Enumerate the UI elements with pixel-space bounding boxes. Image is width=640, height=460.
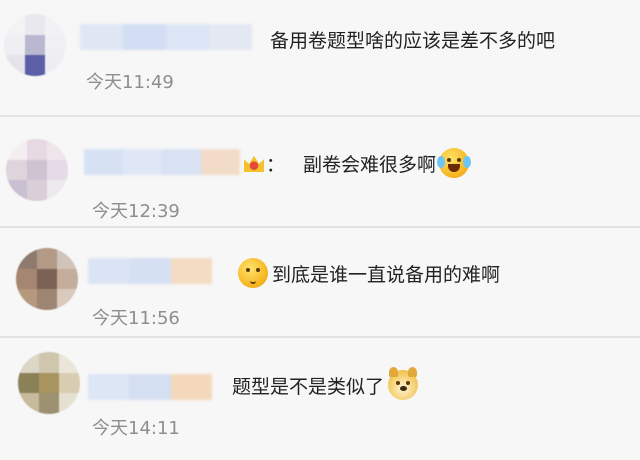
crown-icon bbox=[244, 155, 264, 172]
pondering-face-icon bbox=[238, 258, 268, 288]
comment-time: 今天11:56 bbox=[92, 308, 180, 329]
comment-time: 今天12:39 bbox=[92, 201, 180, 222]
comment-text: 题型是不是类似了 bbox=[232, 367, 420, 400]
comment-time: 今天11:49 bbox=[86, 72, 174, 93]
comment-item: ： 副卷会难很多啊 今天12:39 bbox=[0, 117, 640, 226]
comment-time: 今天14:11 bbox=[92, 418, 180, 439]
comment-item: 题型是不是类似了 今天14:11 bbox=[0, 338, 640, 460]
comment-text: ： 副卷会难很多啊 bbox=[244, 148, 472, 178]
comment-text: 到底是谁一直说备用的难啊 bbox=[236, 258, 500, 288]
doge-icon bbox=[388, 367, 419, 400]
username-blurred[interactable] bbox=[88, 258, 212, 284]
username-blurred[interactable] bbox=[80, 24, 252, 50]
comment-item: 到底是谁一直说备用的难啊 今天11:56 bbox=[0, 228, 640, 336]
comment-item: 备用卷题型啥的应该是差不多的吧 今天11:49 bbox=[0, 0, 640, 115]
comment-text: 备用卷题型啥的应该是差不多的吧 bbox=[270, 30, 556, 52]
username-blurred[interactable] bbox=[88, 374, 212, 400]
avatar[interactable] bbox=[4, 14, 66, 76]
avatar[interactable] bbox=[6, 139, 68, 201]
username-blurred[interactable] bbox=[84, 149, 240, 175]
laugh-cry-icon bbox=[437, 148, 472, 178]
avatar[interactable] bbox=[16, 248, 78, 310]
avatar[interactable] bbox=[18, 352, 80, 414]
